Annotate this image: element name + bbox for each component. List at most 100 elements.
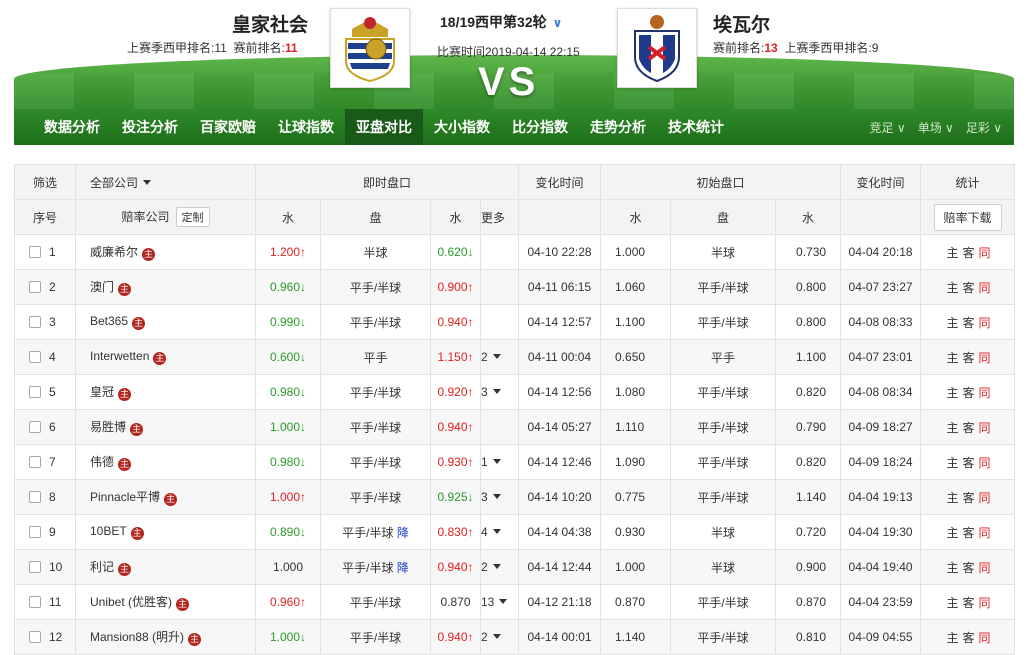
stats-same-link[interactable]: 同 xyxy=(979,631,991,645)
more-cell[interactable]: 2 xyxy=(479,549,520,585)
live-change-time: 04-14 05:27 xyxy=(518,409,602,445)
stats-away-link[interactable]: 客 xyxy=(963,491,975,505)
all-companies-dropdown[interactable]: 全部公司 xyxy=(75,164,256,200)
live-home-water-header: 水 xyxy=(255,199,321,235)
nav-item-betting-analysis[interactable]: 投注分析 xyxy=(111,109,189,145)
more-cell[interactable]: 13 xyxy=(479,584,520,620)
more-cell[interactable]: 1 xyxy=(479,444,520,480)
company-name[interactable]: Unibet (优胜客) xyxy=(90,595,172,609)
stats-same-link[interactable]: 同 xyxy=(979,596,991,610)
row-checkbox[interactable] xyxy=(29,246,41,258)
stats-same-link[interactable]: 同 xyxy=(979,491,991,505)
company-name[interactable]: Pinnacle平博 xyxy=(90,490,160,504)
stats-same-link[interactable]: 同 xyxy=(979,526,991,540)
company-name[interactable]: Mansion88 (明升) xyxy=(90,630,184,644)
row-checkbox[interactable] xyxy=(29,631,41,643)
company-name[interactable]: 易胜博 xyxy=(90,420,126,434)
stats-same-link[interactable]: 同 xyxy=(979,421,991,435)
stats-away-link[interactable]: 客 xyxy=(963,316,975,330)
stats-away-link[interactable]: 客 xyxy=(963,631,975,645)
stats-home-link[interactable]: 主 xyxy=(947,596,959,610)
row-checkbox[interactable] xyxy=(29,456,41,468)
stats-away-link[interactable]: 客 xyxy=(963,456,975,470)
row-checkbox[interactable] xyxy=(29,281,41,293)
stats-home-link[interactable]: 主 xyxy=(947,526,959,540)
more-cell[interactable]: 4 xyxy=(479,514,520,550)
more-cell[interactable]: 3 xyxy=(479,374,520,410)
stats-home-link[interactable]: 主 xyxy=(947,421,959,435)
stats-home-link[interactable]: 主 xyxy=(947,491,959,505)
stats-away-link[interactable]: 客 xyxy=(963,351,975,365)
stats-away-link[interactable]: 客 xyxy=(963,281,975,295)
stats-same-link[interactable]: 同 xyxy=(979,281,991,295)
nav-item-correct-score[interactable]: 比分指数 xyxy=(501,109,579,145)
stats-home-link[interactable]: 主 xyxy=(947,316,959,330)
more-cell[interactable]: 2 xyxy=(479,619,520,655)
stats-home-link[interactable]: 主 xyxy=(947,246,959,260)
stats-header: 统计 xyxy=(920,164,1016,200)
initial-handicap: 平手/半球 xyxy=(670,584,777,620)
away-team-logo[interactable] xyxy=(617,8,697,88)
nav-dropdown-danchang[interactable]: 单场 ∨ xyxy=(918,119,954,136)
filter-header[interactable]: 筛选 xyxy=(14,164,76,200)
stats-home-link[interactable]: 主 xyxy=(947,281,959,295)
row-checkbox[interactable] xyxy=(29,596,41,608)
nav-item-tech-stats[interactable]: 技术统计 xyxy=(657,109,735,145)
row-checkbox[interactable] xyxy=(29,316,41,328)
stats-home-link[interactable]: 主 xyxy=(947,561,959,575)
stats-same-link[interactable]: 同 xyxy=(979,386,991,400)
more-cell[interactable]: 3 xyxy=(479,479,520,515)
company-name[interactable]: 皇冠 xyxy=(90,385,114,399)
row-checkbox[interactable] xyxy=(29,491,41,503)
row-checkbox[interactable] xyxy=(29,351,41,363)
nav-dropdown-zucai[interactable]: 足彩 ∨ xyxy=(966,119,1002,136)
stats-same-link[interactable]: 同 xyxy=(979,351,991,365)
company-cell: 伟德主 xyxy=(75,444,256,480)
match-round-selector[interactable]: 18/19西甲第32轮 ∨ xyxy=(440,12,562,32)
stats-away-link[interactable]: 客 xyxy=(963,386,975,400)
row-checkbox[interactable] xyxy=(29,526,41,538)
nav-item-data-analysis[interactable]: 数据分析 xyxy=(14,109,111,145)
more-count: 13 xyxy=(481,595,495,609)
stats-away-link[interactable]: 客 xyxy=(963,421,975,435)
company-name[interactable]: 澳门 xyxy=(90,280,114,294)
stats-away-link[interactable]: 客 xyxy=(963,561,975,575)
stats-home-link[interactable]: 主 xyxy=(947,351,959,365)
company-header: 赔率公司 定制 xyxy=(75,199,256,235)
stats-away-link[interactable]: 客 xyxy=(963,246,975,260)
company-name[interactable]: Interwetten xyxy=(90,349,149,363)
more-cell[interactable]: 2 xyxy=(479,339,520,375)
odds-download-button[interactable]: 赔率下载 xyxy=(933,203,1002,231)
stats-home-link[interactable]: 主 xyxy=(947,631,959,645)
stats-same-link[interactable]: 同 xyxy=(979,456,991,470)
stats-same-link[interactable]: 同 xyxy=(979,561,991,575)
row-checkbox[interactable] xyxy=(29,561,41,573)
home-team-name[interactable]: 皇家社会 xyxy=(232,10,308,37)
company-name[interactable]: Bet365 xyxy=(90,314,128,328)
nav-dropdown-jingzu[interactable]: 竞足 ∨ xyxy=(870,119,906,136)
nav-item-trend-analysis[interactable]: 走势分析 xyxy=(579,109,657,145)
nav-item-asian-handicap[interactable]: 亚盘对比 xyxy=(345,109,423,145)
stats-away-link[interactable]: 客 xyxy=(963,526,975,540)
row-index: 5 xyxy=(49,385,56,399)
row-checkbox[interactable] xyxy=(29,421,41,433)
stats-home-link[interactable]: 主 xyxy=(947,456,959,470)
stats-away-link[interactable]: 客 xyxy=(963,596,975,610)
stats-home-link[interactable]: 主 xyxy=(947,386,959,400)
away-team-name[interactable]: 埃瓦尔 xyxy=(713,10,770,37)
nav-item-european-odds[interactable]: 百家欧赔 xyxy=(189,109,267,145)
stats-same-link[interactable]: 同 xyxy=(979,316,991,330)
company-name[interactable]: 伟德 xyxy=(90,455,114,469)
nav-item-over-under[interactable]: 大小指数 xyxy=(423,109,501,145)
table-row: 4 Interwetten 主 0.600↓ 平手 1.150↑ 2 04-11 00:04 0… xyxy=(14,339,1016,375)
table-row: 10 利记主 1.000 平手/半球 降 0.940↑ 2 04-14 12:44 1.000… xyxy=(14,549,1016,585)
nav-item-handicap-index[interactable]: 让球指数 xyxy=(267,109,345,145)
stats-same-link[interactable]: 同 xyxy=(979,246,991,260)
company-name[interactable]: 10BET xyxy=(90,524,127,538)
home-team-logo[interactable] xyxy=(330,8,410,88)
company-name[interactable]: 威廉希尔 xyxy=(90,245,138,259)
home-last-season-rank: 11 xyxy=(214,41,227,55)
row-checkbox[interactable] xyxy=(29,386,41,398)
customize-button[interactable]: 定制 xyxy=(175,207,210,227)
company-name[interactable]: 利记 xyxy=(90,560,114,574)
